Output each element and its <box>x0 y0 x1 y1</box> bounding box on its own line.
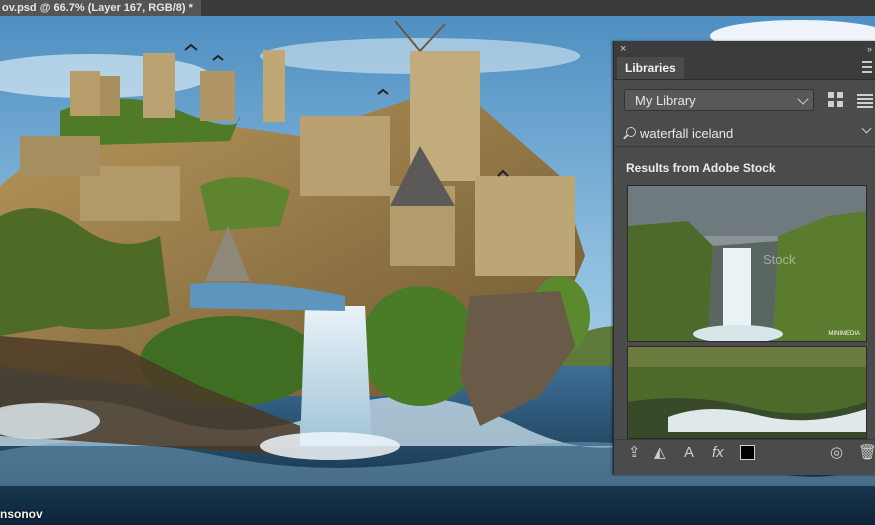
stock-result-thumbnail[interactable]: Stock MINIMEDIA <box>627 185 867 342</box>
panel-header: × » <box>614 41 875 57</box>
list-view-icon[interactable] <box>857 92 873 108</box>
stock-search <box>614 120 875 147</box>
search-input[interactable] <box>640 123 850 143</box>
delete-icon[interactable]: 🗑 <box>858 445 875 461</box>
libraries-panel: × » Libraries My Library Results from Ad… <box>613 41 875 475</box>
panel-close-icon[interactable]: × <box>620 42 626 56</box>
panel-tab-bar: Libraries <box>614 57 875 80</box>
artist-credit: nsonov <box>0 507 43 521</box>
tab-libraries[interactable]: Libraries <box>617 57 684 79</box>
document-tab[interactable]: ov.psd @ 66.7% (Layer 167, RGB/8) * <box>0 0 201 16</box>
library-select[interactable]: My Library <box>624 89 814 111</box>
document-tab-bar: ov.psd @ 66.7% (Layer 167, RGB/8) * <box>0 0 875 16</box>
library-select-value: My Library <box>635 93 696 108</box>
add-graphic-icon[interactable]: ◭ <box>654 445 666 461</box>
add-foreground-color-icon[interactable] <box>740 445 755 460</box>
stock-watermark: Stock <box>763 252 796 267</box>
upload-icon[interactable]: ⇪ <box>628 445 641 461</box>
panel-collapse-icon[interactable]: » <box>867 42 872 56</box>
results-title: Results from Adobe Stock <box>626 161 776 175</box>
panel-menu-icon[interactable] <box>862 61 872 73</box>
search-icon <box>626 127 636 137</box>
search-options-chevron-icon[interactable] <box>861 123 872 134</box>
add-character-style-icon[interactable]: A <box>684 445 694 461</box>
stock-result-thumbnail[interactable] <box>627 346 867 439</box>
add-layer-style-icon[interactable]: fx <box>712 445 724 461</box>
chevron-down-icon <box>797 93 809 105</box>
river-thumbnail-image <box>628 347 866 438</box>
panel-footer: ⇪ ◭ A fx ◎ 🗑 <box>614 439 875 466</box>
stock-badge: MINIMEDIA <box>828 331 860 337</box>
sync-icon[interactable]: ◎ <box>830 445 843 461</box>
library-controls: My Library <box>624 89 874 113</box>
waterfall-thumbnail-image <box>628 186 866 341</box>
grid-view-icon[interactable] <box>828 92 844 108</box>
